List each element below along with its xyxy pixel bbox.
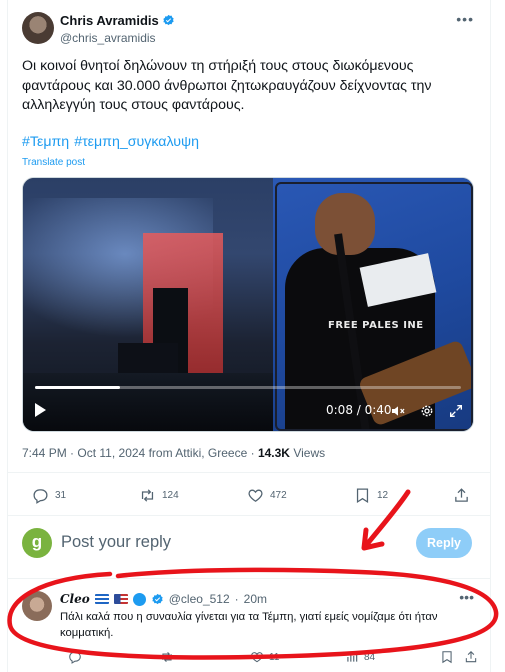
like-count: 11 bbox=[269, 651, 280, 663]
reply-actions: 11 84 bbox=[60, 650, 480, 666]
hashtag-link[interactable]: #τεμπη_συγκαλυψη bbox=[74, 134, 199, 150]
reply-time[interactable]: 20m bbox=[244, 592, 267, 606]
verified-icon bbox=[152, 593, 163, 604]
settings-icon[interactable] bbox=[419, 403, 435, 419]
repost-icon bbox=[141, 489, 154, 502]
views-icon bbox=[347, 652, 358, 662]
divider bbox=[8, 472, 490, 473]
bookmark-icon bbox=[356, 488, 369, 504]
more-icon[interactable]: ••• bbox=[459, 589, 474, 605]
post-date[interactable]: Oct 11, 2024 bbox=[77, 446, 145, 460]
reply-author-name[interactable]: Cleo bbox=[60, 592, 90, 606]
us-flag-icon bbox=[113, 594, 128, 604]
volume-icon[interactable] bbox=[390, 403, 406, 419]
location-prefix: from bbox=[148, 446, 173, 460]
video-progress-bar[interactable] bbox=[35, 386, 461, 389]
post-thread: Chris Avramidis @chris_avramidis ••• Οι … bbox=[7, 0, 491, 672]
greece-flag-icon bbox=[94, 594, 109, 604]
post-time[interactable]: 7:44 PM bbox=[22, 446, 67, 460]
views-action[interactable]: 84 bbox=[345, 650, 375, 664]
translate-post-link[interactable]: Translate post bbox=[22, 157, 85, 168]
user-avatar[interactable]: g bbox=[22, 528, 52, 558]
screen-frame bbox=[275, 182, 473, 431]
bookmark-count: 12 bbox=[377, 490, 389, 501]
reply-composer: g Post your reply Reply bbox=[8, 520, 490, 565]
like-count: 472 bbox=[270, 490, 287, 501]
share-action[interactable] bbox=[453, 487, 470, 504]
reply-author-handle[interactable]: @cleo_512 bbox=[169, 592, 230, 606]
share-action[interactable] bbox=[464, 650, 478, 664]
post-location: Attiki, Greece bbox=[175, 446, 248, 460]
fullscreen-icon[interactable] bbox=[448, 403, 464, 419]
meta-separator: · bbox=[250, 446, 255, 460]
video-progress-fill bbox=[35, 386, 121, 389]
reply-header: Cleo @cleo_512 · 20m bbox=[60, 592, 267, 606]
video-time: 0:08 / 0:40 bbox=[326, 403, 392, 417]
divider bbox=[8, 515, 490, 516]
like-action[interactable]: 472 bbox=[247, 487, 287, 504]
bookmark-action[interactable] bbox=[440, 650, 454, 664]
views-label: Views bbox=[293, 446, 326, 460]
repost-action[interactable]: 124 bbox=[139, 487, 179, 504]
meta-separator: · bbox=[234, 592, 239, 606]
reply-author-avatar[interactable] bbox=[22, 591, 52, 621]
views-count: 84 bbox=[364, 651, 376, 663]
hashtags: #Τεμπη #τεμπη_συγκαλυψη bbox=[22, 134, 199, 150]
author-name[interactable]: Chris Avramidis bbox=[60, 13, 175, 28]
like-icon bbox=[248, 489, 263, 502]
author-handle[interactable]: @chris_avramidis bbox=[60, 31, 156, 45]
bookmark-action[interactable]: 12 bbox=[354, 487, 388, 504]
verified-icon bbox=[163, 14, 174, 26]
author-avatar[interactable] bbox=[22, 12, 54, 44]
reply-action[interactable]: 31 bbox=[32, 487, 66, 504]
reply-action[interactable] bbox=[68, 650, 87, 664]
share-icon bbox=[465, 651, 477, 663]
reply-input[interactable]: Post your reply bbox=[61, 533, 171, 552]
bookmark-icon bbox=[442, 651, 452, 664]
reply-icon bbox=[33, 489, 48, 504]
post-actions: 31 124 472 12 bbox=[22, 487, 472, 507]
repost-count: 124 bbox=[162, 490, 179, 501]
reply-count: 31 bbox=[55, 490, 67, 501]
share-icon bbox=[455, 488, 468, 502]
video-stage-scene bbox=[23, 178, 273, 431]
post-text: Οι κοινοί θνητοί δηλώνουν τη στήριξή του… bbox=[22, 58, 432, 113]
author-name-text[interactable]: Chris Avramidis bbox=[60, 13, 159, 28]
play-icon[interactable] bbox=[35, 403, 46, 417]
more-icon[interactable]: ••• bbox=[456, 11, 474, 27]
meta-separator: · bbox=[70, 446, 75, 460]
video-player[interactable]: FREE PALES INE 0:08 / 0:40 bbox=[22, 177, 474, 432]
like-action[interactable]: 11 bbox=[250, 650, 279, 664]
views-count: 14.3K bbox=[257, 446, 290, 460]
video-controls: 0:08 / 0:40 bbox=[23, 399, 473, 423]
reply-icon bbox=[69, 651, 81, 664]
reply-button[interactable]: Reply bbox=[416, 528, 472, 558]
divider bbox=[8, 578, 490, 579]
reply-post[interactable]: Cleo @cleo_512 · 20m ••• Πάλι καλά που η… bbox=[8, 583, 490, 672]
hashtag-link[interactable]: #Τεμπη bbox=[22, 134, 69, 150]
like-icon bbox=[251, 652, 263, 663]
repost-icon bbox=[162, 651, 172, 663]
reply-text: Πάλι καλά που η συναυλία γίνεται για τα … bbox=[60, 611, 438, 639]
repost-action[interactable] bbox=[160, 650, 179, 664]
badge-icon bbox=[132, 592, 146, 606]
post-meta: 7:44 PM · Oct 11, 2024 from Attiki, Gree… bbox=[22, 446, 325, 460]
